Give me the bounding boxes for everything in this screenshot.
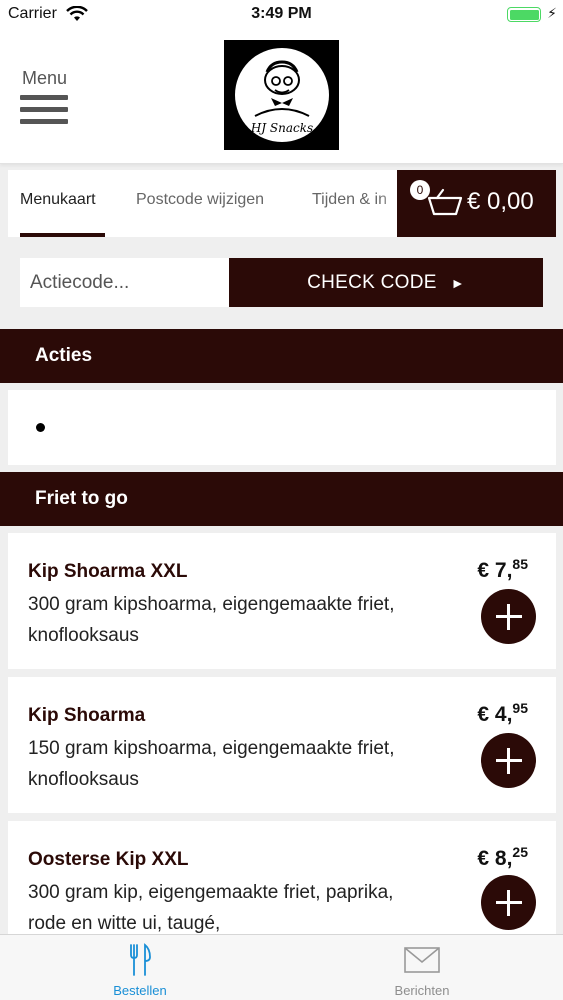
brand-logo: HJ Snacks xyxy=(224,40,339,150)
basket-icon xyxy=(427,188,463,216)
product-price: € 4,95 xyxy=(477,700,528,726)
product-description: 150 gram kipshoarma, eigengemaakte friet… xyxy=(28,738,395,790)
section-header-friet-to-go[interactable]: Friet to go xyxy=(0,472,563,526)
check-code-button[interactable]: CHECK CODE ► xyxy=(229,258,543,307)
tab-tijden-en-info[interactable]: Tijden & in xyxy=(312,170,387,237)
product-description: 300 gram kip, eigengemaakte friet, papri… xyxy=(28,882,394,934)
product-name: Kip Shoarma XXL xyxy=(28,561,188,582)
check-code-label: CHECK CODE xyxy=(307,271,437,293)
product-description: 300 gram kipshoarma, eigengemaakte friet… xyxy=(28,594,395,646)
cart-button[interactable]: 0 € 0,00 xyxy=(397,170,556,237)
play-arrow-icon: ► xyxy=(450,274,465,291)
product-price: € 8,25 xyxy=(477,844,528,870)
acties-content xyxy=(8,390,556,465)
envelope-icon xyxy=(404,947,440,973)
product-name: Kip Shoarma xyxy=(28,705,146,726)
tab-postcode-wijzigen[interactable]: Postcode wijzigen xyxy=(136,170,264,237)
bottom-tab-bar: Bestellen Berichten xyxy=(0,934,563,1000)
tab-bestellen-label: Bestellen xyxy=(113,983,167,998)
cutlery-icon xyxy=(130,943,151,976)
tab-menukaart[interactable]: Menukaart xyxy=(20,170,105,237)
menu-button[interactable]: Menu xyxy=(20,68,80,132)
cart-count-badge: 0 xyxy=(410,180,430,200)
battery-icon xyxy=(507,7,541,22)
product-price: € 7,85 xyxy=(477,556,528,582)
menu-label: Menu xyxy=(22,68,68,88)
section-header-acties[interactable]: Acties xyxy=(0,329,563,383)
add-to-cart-button[interactable] xyxy=(481,589,536,644)
bullet-icon xyxy=(36,423,45,432)
logo-text: HJ Snacks xyxy=(249,121,312,135)
app-header: Menu HJ Snacks xyxy=(0,30,563,164)
tab-berichten-label: Berichten xyxy=(394,983,450,998)
clock: 3:49 PM xyxy=(251,5,312,22)
product-card[interactable]: Kip Shoarma XXL 300 gram kipshoarma, eig… xyxy=(8,533,556,669)
product-card[interactable]: Oosterse Kip XXL 300 gram kip, eigengema… xyxy=(8,821,556,934)
cart-total: € 0,00 xyxy=(467,188,534,215)
status-bar: Carrier 3:49 PM ⚡ xyxy=(0,0,563,30)
tab-bestellen[interactable]: Bestellen xyxy=(70,935,210,1000)
category-tabs: Menukaart Postcode wijzigen Tijden & in xyxy=(8,170,408,237)
hamburger-icon xyxy=(20,95,80,124)
charging-icon: ⚡ xyxy=(547,5,557,21)
tab-berichten[interactable]: Berichten xyxy=(352,935,492,1000)
promo-code-input[interactable] xyxy=(20,258,230,307)
add-to-cart-button[interactable] xyxy=(481,733,536,788)
add-to-cart-button[interactable] xyxy=(481,875,536,930)
product-card[interactable]: Kip Shoarma 150 gram kipshoarma, eigenge… xyxy=(8,677,556,813)
product-name: Oosterse Kip XXL xyxy=(28,849,189,870)
